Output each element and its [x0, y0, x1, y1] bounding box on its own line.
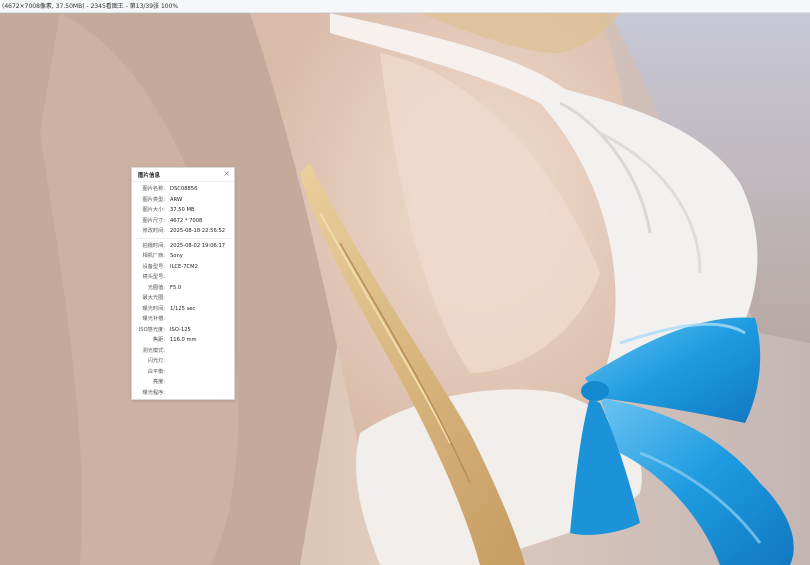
- info-value: Sony: [170, 253, 183, 259]
- info-row-white-balance: 白平衡:: [132, 367, 234, 378]
- info-row-file-type: 图片类型: ARW: [132, 195, 234, 206]
- info-row-modified-time: 修改时间: 2025-08-18 22:56:52: [132, 226, 234, 237]
- info-row-flash: 闪光灯:: [132, 356, 234, 367]
- info-value: 4672 * 7008: [170, 217, 203, 224]
- info-row-file-name: 图片名称: DSC08856: [132, 184, 234, 195]
- info-label: 最大光圈:: [142, 295, 166, 301]
- displayed-photo: [0, 13, 810, 565]
- info-label: 拍摄时间:: [142, 242, 166, 249]
- info-value: ILCE-7CM2: [170, 263, 198, 270]
- info-label: 图片类型:: [142, 196, 166, 203]
- info-label: 曝光时间:: [142, 305, 166, 312]
- info-value: 37.50 MB: [170, 207, 195, 213]
- info-value: ARW: [170, 196, 183, 203]
- info-row-camera-maker: 相机厂商: Sony: [132, 251, 234, 262]
- info-row-max-aperture: 最大光圈:: [132, 293, 234, 304]
- info-value: DSC08856: [170, 186, 198, 192]
- info-row-metering-mode: 测光模式:: [132, 346, 234, 357]
- info-label: 亮度:: [152, 379, 165, 385]
- info-label: ISO感光度:: [138, 326, 165, 333]
- info-row-device-model: 设备型号: ILCE-7CM2: [132, 262, 234, 273]
- info-label: 闪光灯:: [147, 358, 165, 364]
- info-label: 设备型号:: [142, 263, 166, 270]
- info-label: 图片名称:: [142, 186, 166, 192]
- info-row-file-size: 图片大小: 37.50 MB: [132, 205, 234, 216]
- info-label: 图片尺寸:: [142, 217, 166, 224]
- info-label: 测光模式:: [142, 347, 166, 354]
- info-row-dimensions: 图片尺寸: 4672 * 7008: [132, 216, 234, 227]
- info-row-exposure-time: 曝光时间: 1/125 sec: [132, 304, 234, 315]
- file-info-section: 图片名称: DSC08856 图片类型: ARW 图片大小: 37.50 MB …: [132, 182, 234, 237]
- info-row-brightness: 亮度:: [132, 377, 234, 388]
- info-value: 116.0 mm: [170, 337, 197, 343]
- info-label: 白平衡:: [147, 368, 165, 375]
- info-label: 镜头型号:: [142, 274, 166, 280]
- info-panel-title: 图片信息: [138, 173, 161, 179]
- info-label: 相机厂商:: [142, 253, 166, 259]
- image-info-panel: 图片信息 × 图片名称: DSC08856 图片类型: ARW 图片大小: 37…: [131, 167, 235, 400]
- info-value: ISO-125: [170, 326, 191, 333]
- window-title: (4672×7008像素, 37.50MB) - 2345看图王 - 第13/3…: [2, 3, 179, 10]
- info-row-exposure-program: 曝光程序:: [132, 388, 234, 399]
- info-panel-header: 图片信息 ×: [132, 168, 234, 182]
- section-divider: [136, 237, 230, 239]
- info-label: 曝光补偿:: [142, 316, 166, 322]
- info-row-shot-time: 拍摄时间: 2025-08-02 19:06:17: [132, 241, 234, 252]
- info-label: 光圈值:: [147, 284, 165, 291]
- info-label: 修改时间:: [142, 228, 166, 234]
- info-row-aperture: 光圈值: F5.0: [132, 283, 234, 294]
- info-value: F5.0: [170, 284, 182, 291]
- info-value: 2025-08-18 22:56:52: [170, 228, 226, 234]
- info-row-lens-model: 镜头型号:: [132, 272, 234, 283]
- window-title-bar: (4672×7008像素, 37.50MB) - 2345看图王 - 第13/3…: [0, 0, 810, 13]
- info-label: 图片大小:: [142, 207, 166, 213]
- info-label: 曝光程序:: [142, 389, 166, 396]
- exif-info-section: 拍摄时间: 2025-08-02 19:06:17 相机厂商: Sony 设备型…: [132, 241, 234, 399]
- info-row-exposure-compensation: 曝光补偿:: [132, 314, 234, 325]
- image-viewer-canvas[interactable]: [0, 13, 810, 565]
- info-value: 1/125 sec: [170, 305, 196, 312]
- info-row-focal-length: 焦距: 116.0 mm: [132, 335, 234, 346]
- info-row-iso: ISO感光度: ISO-125: [132, 325, 234, 336]
- info-value: 2025-08-02 19:06:17: [170, 242, 226, 249]
- info-label: 焦距:: [152, 337, 165, 343]
- close-icon[interactable]: ×: [223, 169, 230, 179]
